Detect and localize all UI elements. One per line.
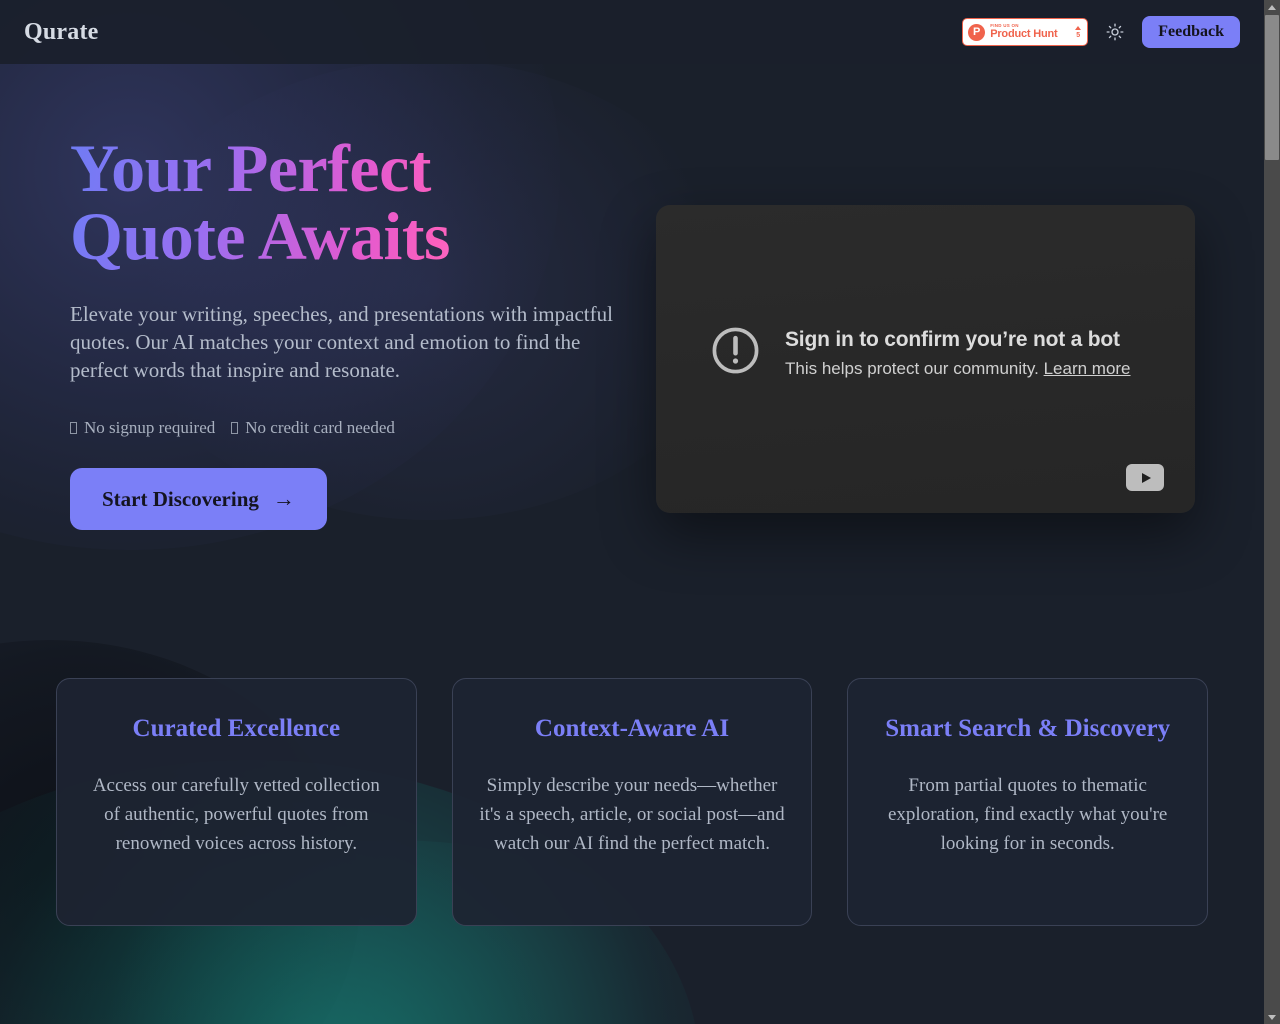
theme-toggle-button[interactable] xyxy=(1104,21,1126,43)
hero-badge-label: No signup required xyxy=(84,418,216,438)
arrow-right-icon: → xyxy=(272,486,295,512)
feature-card-curated-excellence: Curated Excellence Access our carefully … xyxy=(56,678,417,926)
hero-subtitle: Elevate your writing, speeches, and pres… xyxy=(70,302,613,383)
scrollbar-thumb[interactable] xyxy=(1265,15,1279,160)
bot-check-title: Sign in to confirm you’re not a bot xyxy=(785,327,1120,351)
bot-check-notice: Sign in to confirm you’re not a bot This… xyxy=(708,323,1131,383)
learn-more-link[interactable]: Learn more xyxy=(1044,359,1131,378)
video-embed-panel[interactable]: Sign in to confirm you’re not a bot This… xyxy=(656,205,1195,513)
bot-check-subtitle: This helps protect our community. Learn … xyxy=(785,359,1131,379)
missing-glyph-box-icon xyxy=(70,422,77,435)
header-actions: P FIND US ON Product Hunt 5 Feedback xyxy=(962,16,1240,48)
vertical-scrollbar[interactable] xyxy=(1264,0,1280,1024)
scrollbar-up-button[interactable] xyxy=(1264,0,1280,14)
hero-badge-no-credit-card: No credit card needed xyxy=(231,418,395,438)
feature-card-title: Smart Search & Discovery xyxy=(885,715,1171,742)
bot-check-subtitle-text: This helps protect our community. xyxy=(785,358,1039,378)
feature-card-description: Access our carefully vetted collection o… xyxy=(92,775,380,855)
cta-label: Start Discovering xyxy=(102,486,259,511)
hero-badge-label: No credit card needed xyxy=(245,418,395,438)
feature-card-title: Curated Excellence xyxy=(132,715,341,742)
upvote-count: 5 xyxy=(1076,31,1081,39)
bot-check-text: Sign in to confirm you’re not a bot This… xyxy=(785,328,1131,379)
hero-title-line-2: Quote Awaits xyxy=(70,198,450,274)
exclamation-circle-icon xyxy=(708,323,763,383)
youtube-play-button[interactable] xyxy=(1126,464,1164,491)
scrollbar-down-button[interactable] xyxy=(1264,1010,1280,1024)
feedback-button[interactable]: Feedback xyxy=(1142,16,1240,48)
hero-title-line-1: Your Perfect xyxy=(70,130,431,206)
hero-badge-no-signup: No signup required xyxy=(70,418,215,438)
product-hunt-logo-icon: P xyxy=(968,23,986,41)
feature-card-description: Simply describe your needs—whether it's … xyxy=(479,775,785,855)
hero-badge-list: No signup required No credit card needed xyxy=(70,418,630,438)
feature-card-context-aware-ai: Context-Aware AI Simply describe your ne… xyxy=(451,678,813,926)
sun-icon xyxy=(1106,23,1124,41)
feature-card-title: Context-Aware AI xyxy=(534,715,730,742)
start-discovering-button[interactable]: Start Discovering → xyxy=(70,468,327,531)
site-header: Qurate P FIND US ON Product Hunt 5 Feedb… xyxy=(0,0,1264,64)
missing-glyph-box-icon xyxy=(231,422,239,435)
page-title: Your Perfect Quote Awaits xyxy=(70,134,630,270)
product-hunt-badge[interactable]: P FIND US ON Product Hunt 5 xyxy=(962,18,1089,46)
page-canvas: Qurate P FIND US ON Product Hunt 5 Feedb… xyxy=(0,0,1264,1024)
product-hunt-name: Product Hunt xyxy=(990,28,1058,41)
hero-section: Your Perfect Quote Awaits Elevate your w… xyxy=(0,64,1264,531)
hero-copy: Your Perfect Quote Awaits Elevate your w… xyxy=(70,124,630,531)
product-hunt-text: FIND US ON Product Hunt xyxy=(990,23,1070,41)
upvote-arrow-icon xyxy=(1075,25,1082,30)
feature-card-description: From partial quotes to thematic explorat… xyxy=(888,775,1168,855)
feature-card-grid: Curated Excellence Access our carefully … xyxy=(56,678,1209,926)
feature-card-smart-search-discovery: Smart Search & Discovery From partial qu… xyxy=(847,678,1209,926)
brand-logo[interactable]: Qurate xyxy=(24,19,99,46)
product-hunt-votes: 5 xyxy=(1075,25,1082,39)
